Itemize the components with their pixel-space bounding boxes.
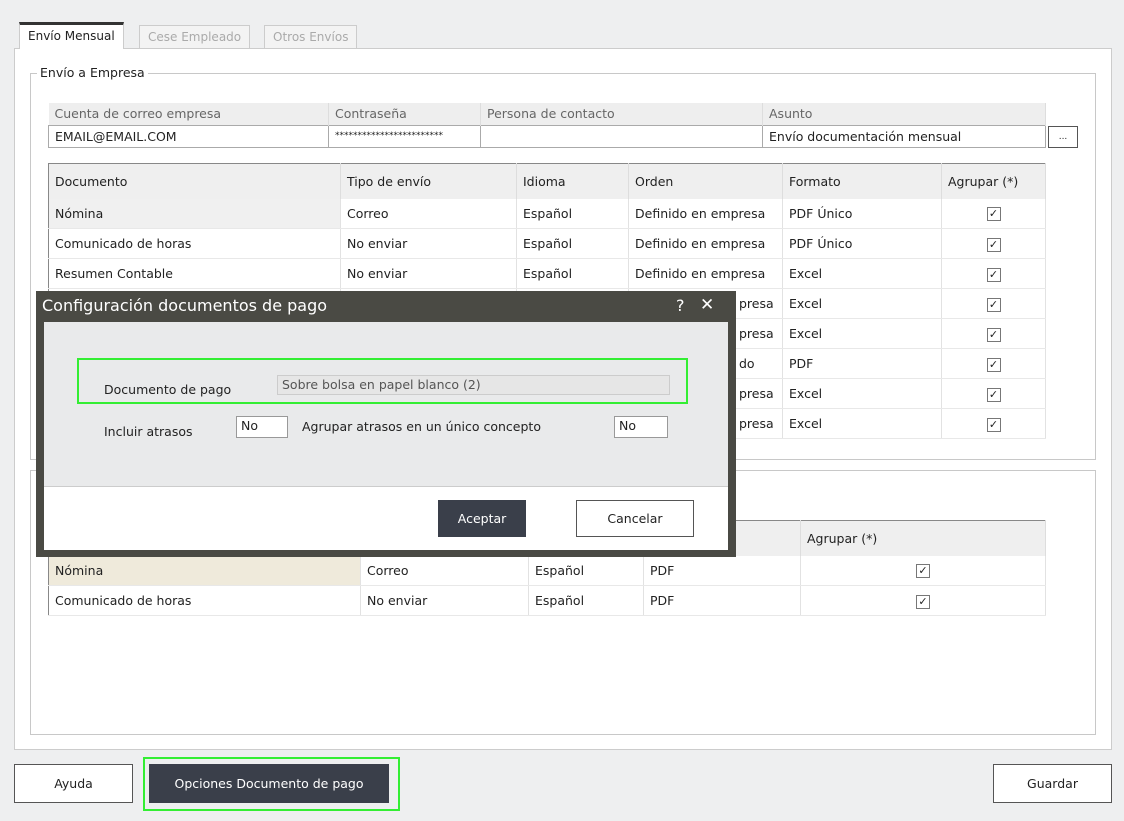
idioma-cell[interactable]: Español bbox=[516, 228, 629, 259]
formato-cell[interactable]: Excel bbox=[782, 258, 942, 289]
formato-cell[interactable]: PDF bbox=[643, 585, 801, 616]
idioma-cell[interactable]: Español bbox=[528, 585, 644, 616]
agrupar-cell: ✓ bbox=[941, 288, 1046, 319]
documento-cell[interactable]: Comunicado de horas bbox=[48, 228, 341, 259]
more-button[interactable]: ... bbox=[1048, 126, 1078, 148]
header: Asunto bbox=[762, 103, 1046, 125]
checkbox[interactable]: ✓ bbox=[986, 387, 1001, 402]
checkbox[interactable]: ✓ bbox=[986, 267, 1001, 282]
documento-cell[interactable]: Nómina bbox=[48, 555, 361, 586]
formato-cell[interactable]: Excel bbox=[782, 378, 942, 409]
formato-cell[interactable]: PDF Único bbox=[782, 228, 942, 259]
checkbox[interactable]: ✓ bbox=[986, 207, 1001, 222]
atrasos-field[interactable]: No bbox=[236, 416, 288, 438]
payment-doc-field[interactable]: Sobre bolsa en papel blanco (2) bbox=[277, 375, 670, 395]
tipo-cell[interactable]: Correo bbox=[360, 555, 529, 586]
formato-cell[interactable]: Excel bbox=[782, 288, 942, 319]
agrupar-cell: ✓ bbox=[941, 378, 1046, 409]
header: Agrupar (*) bbox=[941, 163, 1046, 199]
agrupar-cell: ✓ bbox=[941, 318, 1046, 349]
documento-cell[interactable]: Comunicado de horas bbox=[48, 585, 361, 616]
agrupar-cell: ✓ bbox=[941, 348, 1046, 379]
agrupar-cell: ✓ bbox=[941, 198, 1046, 229]
header: Contraseña bbox=[328, 103, 481, 125]
formato-cell[interactable]: PDF bbox=[782, 348, 942, 379]
email-field[interactable]: EMAIL@EMAIL.COM bbox=[48, 124, 329, 148]
close-icon[interactable]: ✕ bbox=[700, 295, 714, 315]
formato-cell[interactable]: PDF Único bbox=[782, 198, 942, 229]
agrupar-cell: ✓ bbox=[941, 228, 1046, 259]
agrupar-field[interactable]: No bbox=[614, 416, 668, 438]
tipo-cell[interactable]: No enviar bbox=[340, 258, 517, 289]
table-row[interactable]: Nómina Correo Español Definido en empresa PD… bbox=[48, 198, 1046, 229]
orden-cell[interactable]: Definido en empresa bbox=[628, 258, 783, 289]
idioma-cell[interactable]: Español bbox=[528, 555, 644, 586]
table-row[interactable]: Comunicado de horas No enviar Español Defin… bbox=[48, 228, 1046, 259]
save-button[interactable]: Guardar bbox=[993, 764, 1112, 803]
header: Persona de contacto bbox=[480, 103, 763, 125]
idioma-cell[interactable]: Español bbox=[516, 198, 629, 229]
agrupar-cell: ✓ bbox=[941, 408, 1046, 439]
table-row[interactable]: Comunicado de horas No enviar Español PDF ✓ bbox=[48, 585, 1046, 616]
tab-cese-empleado[interactable]: Cese Empleado bbox=[139, 25, 251, 49]
subject-field[interactable]: Envío documentación mensual bbox=[762, 124, 1046, 148]
company-mail-table: Cuenta de correo empresa Contraseña Person… bbox=[48, 103, 1046, 148]
checkbox[interactable]: ✓ bbox=[986, 417, 1001, 432]
documento-cell[interactable]: Nómina bbox=[48, 198, 341, 229]
tipo-cell[interactable]: No enviar bbox=[360, 585, 529, 616]
header: Formato bbox=[782, 163, 942, 199]
payment-doc-options-button[interactable]: Opciones Documento de pago bbox=[149, 764, 389, 803]
contact-field[interactable] bbox=[480, 124, 763, 148]
orden-cell[interactable]: Definido en empresa bbox=[628, 198, 783, 229]
checkbox[interactable]: ✓ bbox=[986, 357, 1001, 372]
tipo-cell[interactable]: Correo bbox=[340, 198, 517, 229]
tab-otros-envios[interactable]: Otros Envíos bbox=[264, 25, 358, 49]
header: Tipo de envío bbox=[340, 163, 517, 199]
header: Orden bbox=[628, 163, 783, 199]
formato-cell[interactable]: Excel bbox=[782, 408, 942, 439]
help-button[interactable]: Ayuda bbox=[14, 764, 133, 803]
checkbox[interactable]: ✓ bbox=[916, 564, 930, 579]
checkbox[interactable]: ✓ bbox=[986, 327, 1001, 342]
header: Idioma bbox=[516, 163, 629, 199]
formato-cell[interactable]: Excel bbox=[782, 318, 942, 349]
agrupar-cell: ✓ bbox=[941, 258, 1046, 289]
header: Agrupar (*) bbox=[800, 520, 1046, 556]
cancel-button[interactable]: Cancelar bbox=[576, 500, 694, 537]
header: Cuenta de correo empresa bbox=[48, 103, 329, 125]
formato-cell[interactable]: PDF bbox=[643, 555, 801, 586]
help-icon[interactable]: ? bbox=[676, 296, 685, 315]
doc-label: Documento de pago bbox=[104, 382, 232, 397]
table-row[interactable]: Resumen Contable No enviar Español Definido… bbox=[48, 258, 1046, 289]
dialog-title: Configuración documentos de pago bbox=[42, 296, 328, 315]
checkbox[interactable]: ✓ bbox=[916, 594, 930, 609]
idioma-cell[interactable]: Español bbox=[516, 258, 629, 289]
checkbox[interactable]: ✓ bbox=[986, 237, 1001, 252]
dialog-body bbox=[44, 322, 728, 487]
agrupar-cell: ✓ bbox=[800, 555, 1046, 586]
tipo-cell[interactable]: No enviar bbox=[340, 228, 517, 259]
header: Documento bbox=[48, 163, 341, 199]
checkbox[interactable]: ✓ bbox=[986, 297, 1001, 312]
atrasos-label: Incluir atrasos bbox=[104, 424, 193, 439]
group-legend: Envío a Empresa bbox=[37, 65, 148, 80]
accept-button[interactable]: Aceptar bbox=[438, 500, 526, 537]
documento-cell[interactable]: Resumen Contable bbox=[48, 258, 341, 289]
payment-docs-dialog: Configuración documentos de pago ? ✕ Doc… bbox=[36, 291, 736, 557]
tab-envio-mensual[interactable]: Envío Mensual bbox=[19, 22, 124, 49]
password-field[interactable]: ************************ bbox=[328, 124, 481, 148]
orden-cell[interactable]: Definido en empresa bbox=[628, 228, 783, 259]
table-row[interactable]: Nómina Correo Español PDF ✓ bbox=[48, 555, 1046, 586]
agrupar-cell: ✓ bbox=[800, 585, 1046, 616]
agrupar-label: Agrupar atrasos en un único concepto bbox=[302, 419, 541, 434]
